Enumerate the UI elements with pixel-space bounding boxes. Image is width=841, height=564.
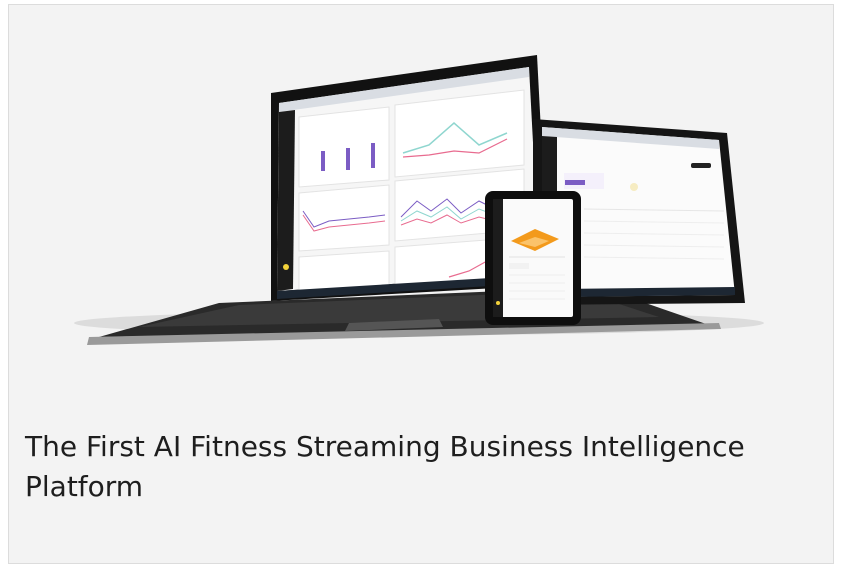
devices-hero-image: [74, 55, 764, 345]
product-card[interactable]: The First AI Fitness Streaming Business …: [8, 4, 834, 564]
product-title[interactable]: The First AI Fitness Streaming Business …: [25, 427, 815, 507]
phone-mockup: [485, 191, 581, 325]
